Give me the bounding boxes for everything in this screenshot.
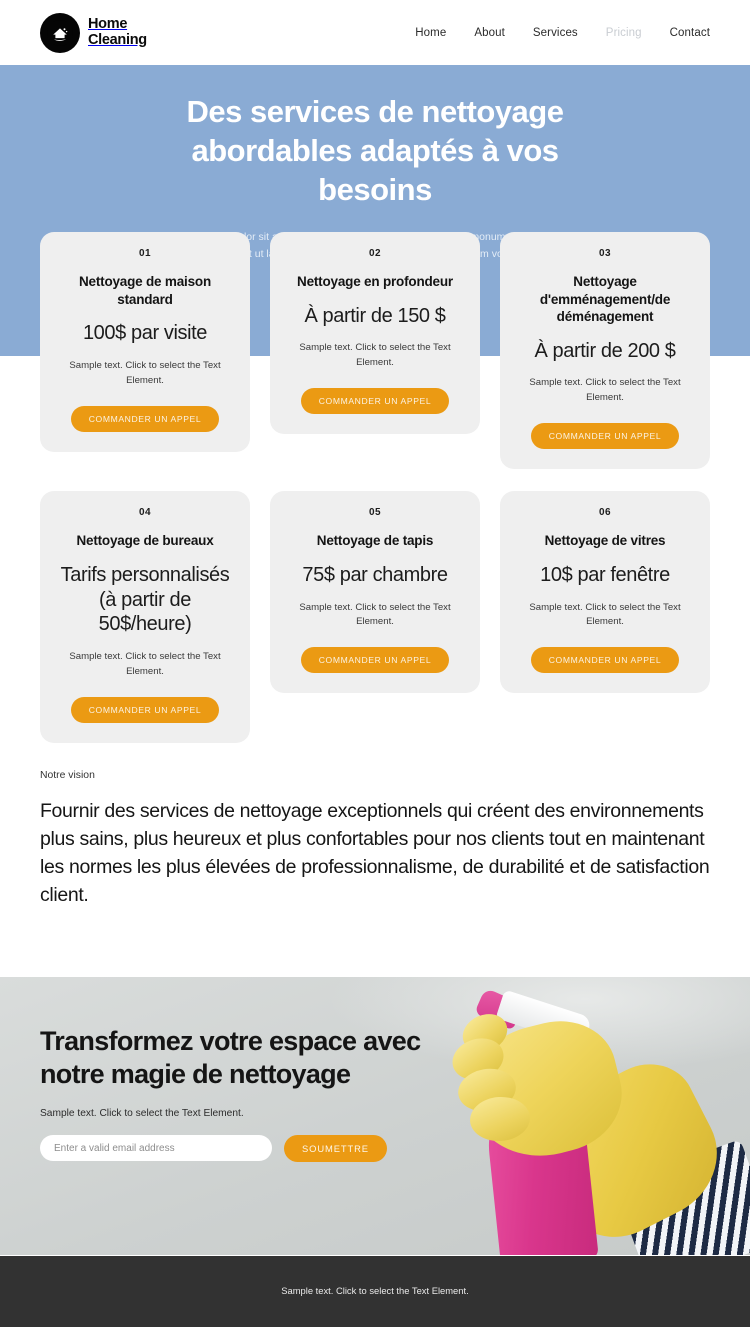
nav-item-contact[interactable]: Contact — [670, 27, 710, 39]
promo-note: Sample text. Click to select the Text El… — [40, 1107, 244, 1119]
newsletter-form: SOUMETTRE — [40, 1134, 710, 1162]
site-header: Home Cleaning Home About Services Pricin… — [0, 0, 750, 65]
card-title: Nettoyage de tapis — [316, 533, 434, 549]
card-note: Sample text. Click to select the Text El… — [529, 377, 681, 404]
nav-item-services[interactable]: Services — [533, 27, 578, 39]
card-note: Sample text. Click to select the Text El… — [69, 651, 221, 677]
pricing-section: 01 Nettoyage de maison standard 100$ par… — [0, 232, 750, 743]
pricing-card[interactable]: 02 Nettoyage en profondeur À partir de 1… — [270, 232, 480, 435]
order-call-button[interactable]: COMMANDER UN APPEL — [300, 647, 450, 674]
vision-statement: Fournir des services de nettoyage except… — [40, 800, 710, 906]
order-call-button[interactable]: COMMANDER UN APPEL — [70, 405, 220, 432]
brand-wordmark: Home Cleaning — [88, 16, 147, 48]
pricing-card[interactable]: 06 Nettoyage de vitres 10$ par fenêtre S… — [500, 491, 710, 694]
card-note: Sample text. Click to select the Text El… — [69, 359, 221, 386]
card-number: 02 — [369, 248, 381, 259]
nav-item-home[interactable]: Home — [415, 27, 446, 39]
pricing-grid: 01 Nettoyage de maison standard 100$ par… — [40, 232, 710, 743]
nav-item-about[interactable]: About — [474, 27, 505, 39]
vision-label: Notre vision — [40, 770, 95, 781]
card-title: Nettoyage d'emménagement/de déménagement — [539, 274, 671, 325]
card-price: Tarifs personnalisés (à partir de 50$/he… — [60, 563, 230, 636]
brand-line-1: Home — [88, 16, 128, 33]
card-price: À partir de 150 $ — [304, 304, 446, 327]
pricing-card[interactable]: 03 Nettoyage d'emménagement/de déménagem… — [500, 232, 710, 470]
order-call-button[interactable]: COMMANDER UN APPEL — [70, 696, 220, 723]
card-price: À partir de 200 $ — [534, 339, 676, 362]
hero-title: Des services de nettoyage abordables ada… — [186, 94, 564, 208]
footer-note: Sample text. Click to select the Text El… — [281, 1285, 469, 1296]
promo-title: Transformez votre espace avec notre magi… — [40, 1026, 421, 1089]
promo-section: Transformez votre espace avec notre magi… — [0, 977, 750, 1255]
pricing-card[interactable]: 05 Nettoyage de tapis 75$ par chambre Sa… — [270, 491, 480, 694]
promo-content: Transformez votre espace avec notre magi… — [0, 977, 750, 1162]
card-price: 75$ par chambre — [302, 563, 448, 586]
pricing-card[interactable]: 04 Nettoyage de bureaux Tarifs personnal… — [40, 491, 250, 743]
card-price: 10$ par fenêtre — [540, 563, 670, 586]
card-note: Sample text. Click to select the Text El… — [299, 601, 451, 628]
brand-logo[interactable]: Home Cleaning — [40, 12, 147, 53]
order-call-button[interactable]: COMMANDER UN APPEL — [530, 647, 680, 674]
nav-item-pricing[interactable]: Pricing — [606, 27, 642, 39]
email-input[interactable] — [40, 1135, 272, 1162]
card-number: 04 — [139, 507, 151, 519]
submit-button[interactable]: SOUMETTRE — [284, 1134, 387, 1162]
card-title: Nettoyage de bureaux — [76, 533, 214, 549]
house-cleaning-logo-icon — [40, 12, 80, 53]
main-navigation: Home About Services Pricing Contact — [415, 27, 710, 39]
card-title: Nettoyage de maison standard — [79, 274, 211, 307]
card-title: Nettoyage en profondeur — [297, 274, 453, 289]
card-number: 03 — [599, 248, 611, 259]
card-number: 05 — [369, 507, 381, 519]
order-call-button[interactable]: COMMANDER UN APPEL — [530, 423, 680, 450]
card-number: 01 — [139, 248, 151, 259]
site-footer: Sample text. Click to select the Text El… — [0, 1256, 750, 1327]
card-note: Sample text. Click to select the Text El… — [299, 342, 451, 369]
card-price: 100$ par visite — [82, 322, 208, 345]
card-note: Sample text. Click to select the Text El… — [529, 601, 681, 628]
brand-line-2: Cleaning — [88, 31, 147, 48]
order-call-button[interactable]: COMMANDER UN APPEL — [300, 388, 450, 415]
card-number: 06 — [599, 507, 611, 519]
card-title: Nettoyage de vitres — [544, 533, 666, 549]
vision-section: Notre vision Fournir des services de net… — [0, 770, 750, 910]
pricing-card[interactable]: 01 Nettoyage de maison standard 100$ par… — [40, 232, 250, 452]
